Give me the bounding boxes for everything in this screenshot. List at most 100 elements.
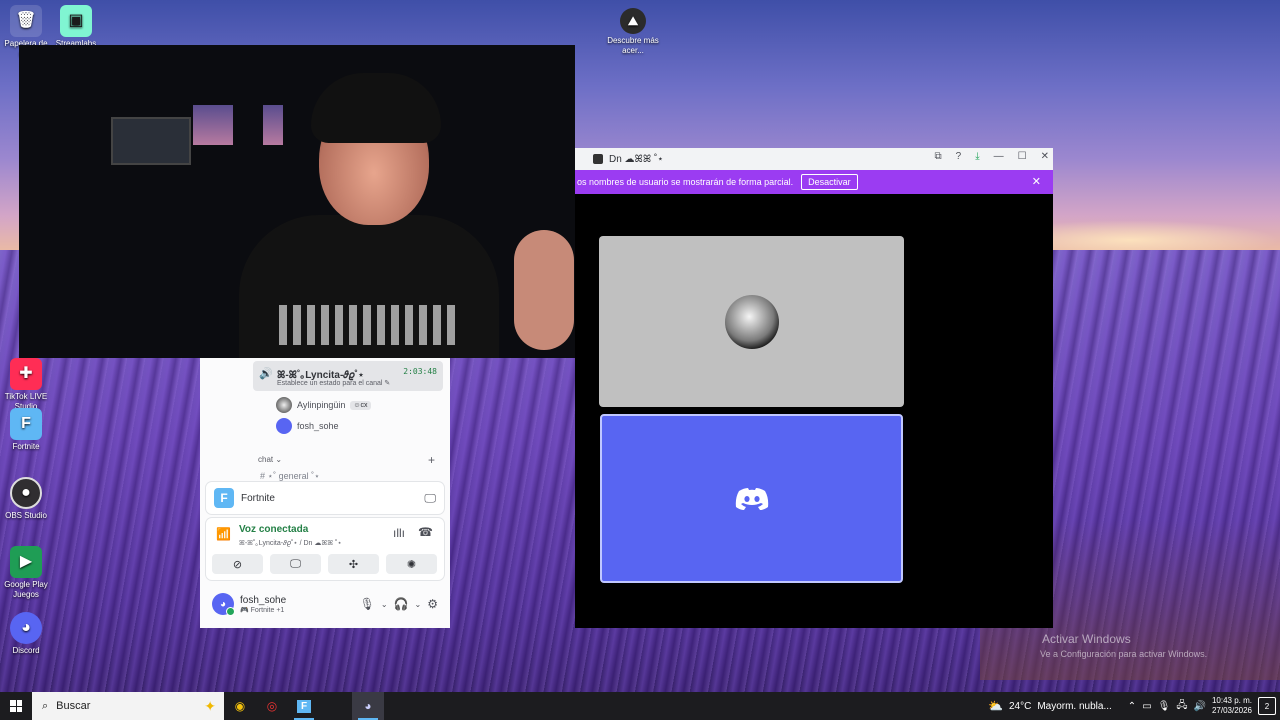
desktop-icon-streamlabs[interactable]: ▣ Streamlabs [50, 5, 102, 49]
inbox-icon[interactable]: ⧉ [935, 151, 942, 162]
channel-category[interactable]: chat ⌄ [258, 455, 282, 464]
server-icon [593, 154, 603, 164]
volume-icon[interactable]: 🔊 [1194, 701, 1206, 712]
chevron-down-icon[interactable]: ⌄ [415, 600, 422, 609]
weather-desc[interactable]: Mayorm. nubla... [1037, 701, 1111, 712]
avatar [276, 418, 292, 434]
voice-member[interactable]: fosh_sohe [276, 418, 339, 434]
maximize-button[interactable]: ☐ [1018, 151, 1027, 162]
activity-card[interactable]: F Fortnite 🖵 [206, 482, 444, 514]
fortnite-icon: F [214, 488, 234, 508]
activate-windows-watermark: Activar Windows Ve a Configuración para … [1040, 632, 1208, 659]
weather-icon[interactable]: ⛅ [988, 699, 1003, 713]
taskbar-discord[interactable]: ◕ [352, 692, 384, 720]
search-icon: ⌕ [42, 699, 49, 712]
desktop-icon-label: Descubre más acer... [607, 36, 659, 55]
voice-status-title[interactable]: Voz conectada [239, 524, 308, 535]
google-play-games-icon: ▶ [10, 546, 42, 578]
obs-icon: ● [10, 477, 42, 509]
taskbar-empty-slot [320, 692, 352, 720]
window-title: Dn ☁ꕤꕤ ˚⋆ [609, 153, 664, 165]
channel-status-hint[interactable]: Establece un estado para el canal ✎ [277, 379, 390, 387]
user-info[interactable]: fosh_sohe 🎮 Fortnite +1 [240, 595, 354, 614]
titlebar-controls: ⧉ ? ⤓ — ☐ ✕ [935, 151, 1049, 162]
add-channel-button[interactable]: + [428, 453, 435, 467]
camera-off-button[interactable]: ⊘ [212, 554, 263, 574]
signal-icon: 📶 [216, 527, 231, 541]
discord-icon: ◕ [10, 612, 42, 644]
record-icon: ◎ [266, 699, 278, 713]
desktop-icon-tiktok-live[interactable]: ✚ TikTok LIVE Studio [0, 358, 52, 412]
activities-button[interactable]: ✣ [328, 554, 379, 574]
user-name: fosh_sohe [240, 594, 287, 606]
member-name: fosh_sohe [297, 421, 339, 431]
channel-preview[interactable]: # ⋆˚ general ˚⋆ [260, 471, 320, 481]
taskbar-app-circle[interactable]: ◎ [256, 692, 288, 720]
recycle-bin-icon: 🗑 [10, 5, 42, 37]
microphone-icon[interactable]: 🎙 [360, 597, 375, 611]
noise-suppression-icon[interactable]: ıllı [393, 526, 405, 540]
close-button[interactable]: ✕ [1041, 151, 1049, 162]
video-tile-self[interactable] [600, 414, 903, 583]
deactivate-button[interactable]: Desactivar [801, 174, 858, 190]
microphone-icon[interactable]: 🎙 [1158, 701, 1171, 712]
member-badge: ☺cx [350, 400, 371, 410]
desktop-icon-discord[interactable]: ◕ Discord [0, 612, 52, 656]
chevron-down-icon[interactable]: ⌄ [381, 600, 388, 609]
discord-channel-panel: 🔊 ꕤ-ꕤ˚｡Lyncita-𝜗𝜚˚⋆ 2:03:48 Establece un… [200, 358, 450, 628]
background-monitor [111, 117, 191, 165]
fortnite-icon: F [10, 408, 42, 440]
streamlabs-icon: ▣ [60, 5, 92, 37]
speaker-icon: 🔊 [259, 368, 273, 380]
windows-logo-icon [10, 700, 22, 712]
desktop-icon-obs[interactable]: ● OBS Studio [0, 477, 52, 521]
clock[interactable]: 10:43 p. m. 27/03/2026 [1212, 696, 1252, 716]
headphones-icon[interactable]: 🎧 [394, 597, 409, 611]
watermark-title: Activar Windows [1042, 632, 1131, 646]
voice-member[interactable]: Aylinpingüin ☺cx [276, 397, 371, 413]
picture-icon: ⛰ [620, 8, 646, 34]
desktop-icon-label: Google Play Juegos [4, 580, 48, 599]
fortnite-icon: F [296, 699, 312, 713]
weather-temp[interactable]: 24°C [1009, 701, 1031, 712]
gear-icon[interactable]: ⚙ [427, 597, 438, 611]
device-icon[interactable]: ▭ [1142, 701, 1151, 712]
discord-logo-icon [735, 487, 768, 510]
taskbar-fortnite[interactable]: F [288, 692, 320, 720]
person-cap [311, 73, 441, 143]
start-button[interactable] [0, 692, 32, 720]
desktop-icon-descubre[interactable]: ⛰ Descubre más acer... [607, 8, 659, 56]
minimize-button[interactable]: — [994, 151, 1004, 162]
window-titlebar[interactable]: Dn ☁ꕤꕤ ˚⋆ ⧉ ? ⤓ — ☐ ✕ [575, 148, 1053, 170]
desktop-icon-google-play-games[interactable]: ▶ Google Play Juegos [0, 546, 52, 600]
avatar[interactable]: ◕ [212, 593, 235, 616]
chevron-up-icon[interactable]: ⌃ [1128, 701, 1136, 712]
user-panel: ◕ fosh_sohe 🎮 Fortnite +1 🎙 ⌄ 🎧 ⌄ ⚙ [206, 586, 444, 622]
desktop-icon-label: Fortnite [12, 442, 40, 451]
voice-duration: 2:03:48 [403, 367, 437, 376]
soundboard-button[interactable]: ✺ [386, 554, 437, 574]
network-icon[interactable]: 🖧 [1176, 698, 1187, 715]
disconnect-icon[interactable]: ☎ [418, 525, 433, 539]
tiktok-live-icon: ✚ [10, 358, 42, 390]
screen-share-button[interactable]: 🖵 [270, 554, 321, 574]
video-tile-user[interactable] [599, 236, 904, 407]
voice-status-subtitle: ꕤ-ꕤ˚｡Lyncita-𝜗𝜚˚⋆ / Dn ☁ꕤꕤ ˚⋆ [239, 540, 342, 547]
webcam-overlay [19, 45, 575, 358]
clock-date: 27/03/2026 [1211, 706, 1252, 715]
download-icon[interactable]: ⤓ [975, 151, 979, 162]
watermark-subtitle: Ve a Configuración para activar Windows. [1040, 649, 1208, 659]
desktop-icon-fortnite[interactable]: F Fortnite [0, 408, 52, 452]
desktop-icon-label: OBS Studio [5, 511, 47, 520]
voice-channel-user-row[interactable]: 🔊 ꕤ-ꕤ˚｡Lyncita-𝜗𝜚˚⋆ 2:03:48 Establece un… [253, 361, 443, 391]
close-icon[interactable]: ✕ [1032, 175, 1041, 188]
activity-name: Fortnite [241, 492, 275, 504]
help-icon[interactable]: ? [956, 151, 962, 162]
background-screen [263, 105, 283, 145]
taskbar-chrome[interactable]: ◉ [224, 692, 256, 720]
taskbar-search[interactable]: ⌕ Buscar ✦ [32, 692, 224, 720]
taskbar: ⌕ Buscar ✦ ◉ ◎ F ◕ ⛅ 24°C Mayorm. nubla.… [0, 692, 1280, 720]
discord-icon: ◕ [364, 699, 372, 713]
notification-center-button[interactable]: 2 [1258, 697, 1276, 715]
screen-share-icon[interactable]: 🖵 [424, 491, 436, 506]
